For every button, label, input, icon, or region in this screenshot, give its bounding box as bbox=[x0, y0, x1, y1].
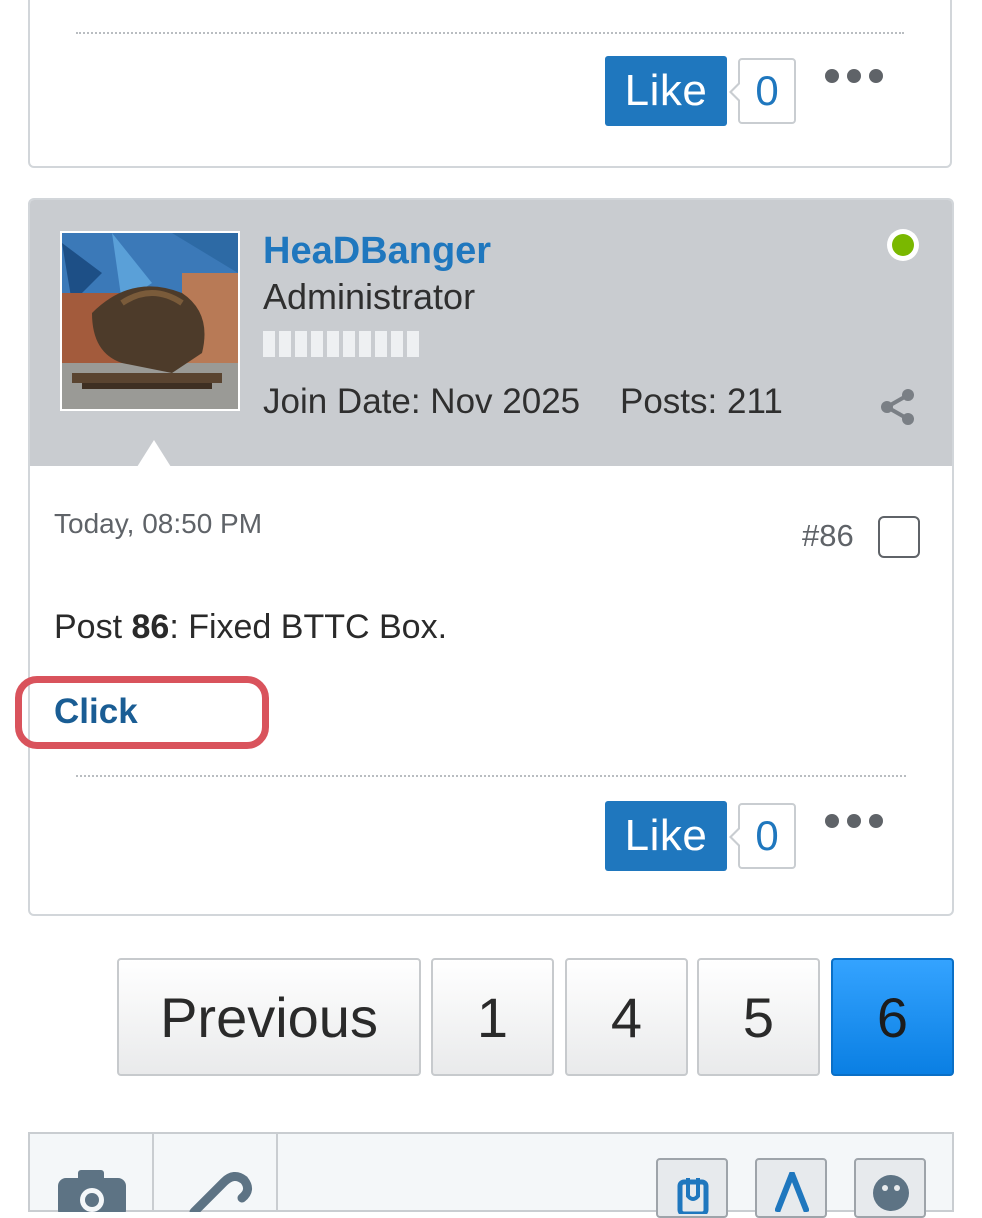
like-group: Like 0 bbox=[605, 801, 796, 871]
like-count[interactable]: 0 bbox=[729, 803, 796, 869]
divider bbox=[76, 775, 906, 777]
previous-post: Like 0 bbox=[28, 0, 952, 168]
more-options-icon[interactable] bbox=[825, 69, 883, 83]
divider bbox=[76, 32, 904, 34]
text-format-button[interactable] bbox=[755, 1158, 827, 1218]
like-button[interactable]: Like bbox=[605, 56, 727, 126]
like-button[interactable]: Like bbox=[605, 801, 727, 871]
emoji-button[interactable] bbox=[854, 1158, 926, 1218]
page-button-6-current[interactable]: 6 bbox=[831, 958, 954, 1076]
content-bold: 86 bbox=[131, 608, 170, 646]
paperclip-link-icon bbox=[189, 1172, 252, 1212]
online-status-icon bbox=[887, 229, 919, 261]
page-button-5[interactable]: 5 bbox=[697, 958, 820, 1076]
like-count[interactable]: 0 bbox=[729, 58, 796, 124]
editor-toolbar bbox=[28, 1132, 954, 1218]
avatar[interactable] bbox=[60, 231, 240, 411]
attachment-icon bbox=[677, 1178, 709, 1214]
join-date: Join Date: Nov 2025 bbox=[263, 382, 581, 421]
more-options-icon[interactable] bbox=[825, 814, 883, 828]
user-title: Administrator bbox=[263, 276, 476, 317]
attachment-button[interactable] bbox=[656, 1158, 728, 1218]
user-info-panel: HeaDBanger Administrator Join Date: Nov … bbox=[30, 200, 952, 466]
content-suffix: : Fixed BTTC Box. bbox=[169, 608, 448, 646]
emoji-icon bbox=[873, 1175, 909, 1211]
rank-bar bbox=[263, 331, 419, 357]
link-button[interactable] bbox=[154, 1134, 278, 1212]
page-button-1[interactable]: 1 bbox=[431, 958, 554, 1076]
text-format-icon bbox=[775, 1172, 809, 1212]
post-timestamp: Today, 08:50 PM bbox=[54, 508, 263, 539]
post-count: Posts: 211 bbox=[620, 382, 783, 421]
content-prefix: Post bbox=[54, 608, 132, 646]
post-card: HeaDBanger Administrator Join Date: Nov … bbox=[28, 198, 954, 916]
share-icon[interactable] bbox=[878, 387, 918, 427]
camera-button[interactable] bbox=[30, 1134, 154, 1212]
highlight-ring bbox=[15, 676, 269, 749]
post-select-checkbox[interactable] bbox=[878, 516, 920, 558]
camera-icon bbox=[58, 1170, 126, 1212]
post-number-link[interactable]: #86 bbox=[802, 518, 854, 554]
page-button-4[interactable]: 4 bbox=[565, 958, 688, 1076]
callout-pointer bbox=[137, 440, 171, 467]
previous-page-button[interactable]: Previous bbox=[117, 958, 421, 1076]
like-group: Like 0 bbox=[605, 56, 796, 126]
username[interactable]: HeaDBanger bbox=[263, 230, 491, 273]
post-content: Post 86: Fixed BTTC Box. bbox=[54, 608, 447, 647]
